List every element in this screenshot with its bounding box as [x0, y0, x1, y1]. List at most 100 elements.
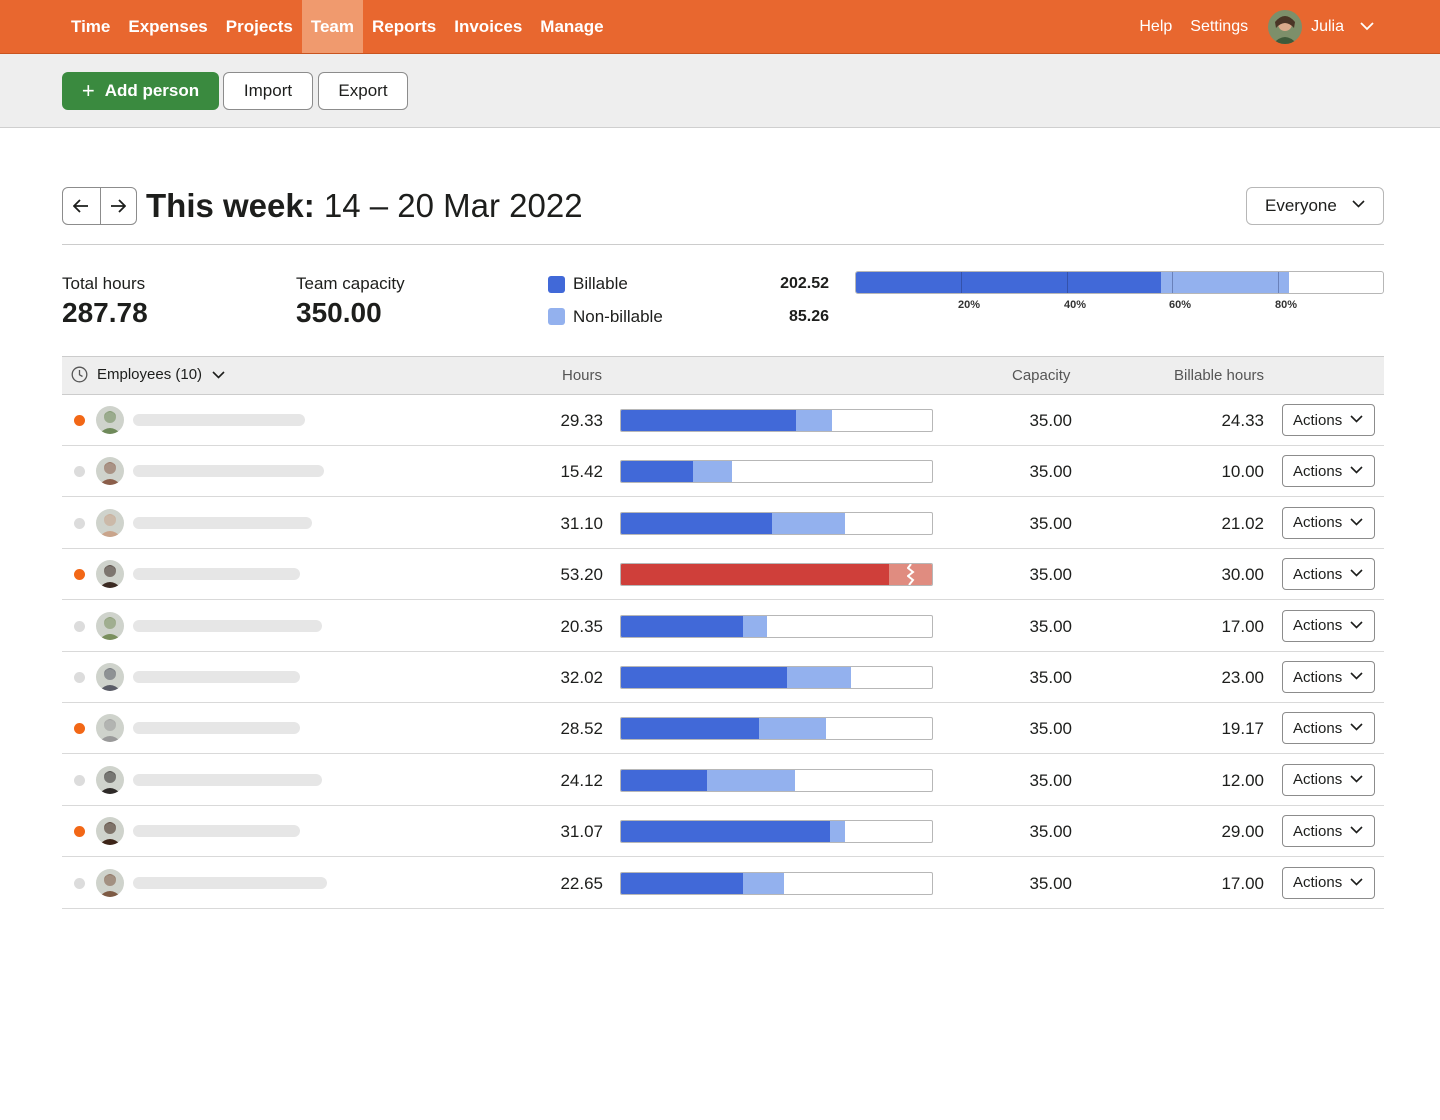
nav-item-expenses[interactable]: Expenses — [119, 0, 216, 53]
chevron-down-icon — [1350, 672, 1363, 680]
nav-item-manage[interactable]: Manage — [531, 0, 612, 53]
actions-button[interactable]: Actions — [1282, 506, 1375, 539]
actions-button[interactable]: Actions — [1282, 609, 1375, 642]
help-link[interactable]: Help — [1139, 18, 1172, 36]
actions-button[interactable]: Actions — [1282, 404, 1375, 436]
chevron-down-icon[interactable] — [1360, 22, 1374, 31]
add-person-button[interactable]: + Add person — [62, 72, 219, 110]
table-row[interactable]: 15.42 35.00 10.00 Actions — [62, 446, 1384, 498]
page-title-date-range: 14 – 20 Mar 2022 — [314, 187, 583, 224]
actions-button[interactable]: Actions — [1282, 763, 1375, 796]
avatar[interactable] — [96, 406, 124, 434]
billable-hours-value: 29.00 — [1221, 822, 1264, 842]
hours-bar — [620, 460, 933, 484]
chevron-down-icon — [1350, 775, 1363, 783]
hours-value: 53.20 — [560, 565, 603, 585]
employees-filter-dropdown[interactable]: Employees (10) — [71, 366, 225, 383]
export-button[interactable]: Export — [318, 72, 408, 110]
clock-icon — [71, 366, 88, 383]
table-row[interactable]: 22.65 35.00 17.00 Actions — [62, 858, 1384, 909]
capacity-value: 35.00 — [1029, 873, 1072, 893]
billable-label: Billable — [573, 274, 628, 293]
chevron-down-icon — [1350, 723, 1363, 732]
next-week-button[interactable] — [99, 188, 137, 224]
import-button[interactable]: Import — [223, 72, 313, 110]
capacity-value: 35.00 — [1029, 565, 1072, 585]
column-header-capacity: Capacity — [1012, 367, 1071, 384]
total-hours-value: 287.78 — [62, 297, 148, 328]
billable-segment — [856, 272, 1161, 293]
avatar[interactable] — [96, 611, 124, 640]
arrow-left-icon — [73, 199, 89, 213]
team-capacity-value: 350.00 — [296, 297, 382, 328]
status-dot — [74, 877, 85, 889]
hours-bar — [620, 511, 933, 535]
actions-button[interactable]: Actions — [1282, 866, 1375, 899]
table-row[interactable]: 24.12 35.00 12.00 Actions — [62, 755, 1384, 806]
nav-item-team[interactable]: Team — [301, 0, 364, 53]
non-billable-swatch — [548, 308, 565, 325]
settings-link[interactable]: Settings — [1190, 18, 1248, 36]
avatar[interactable] — [96, 817, 124, 846]
capacity-summary-bar — [855, 271, 1384, 294]
nav-item-time[interactable]: Time — [62, 0, 119, 53]
capacity-value: 35.00 — [1029, 668, 1072, 687]
table-row[interactable]: 31.10 35.00 21.02 Actions — [62, 498, 1384, 549]
name-placeholder — [133, 671, 300, 683]
actions-button[interactable]: Actions — [1282, 712, 1375, 745]
previous-week-button[interactable] — [63, 188, 100, 224]
plus-icon: + — [81, 78, 95, 103]
user-name[interactable]: Julia — [1311, 18, 1344, 36]
non-billable-segment — [743, 615, 767, 637]
actions-label: Actions — [1293, 874, 1343, 892]
table-row[interactable]: 32.02 35.00 23.00 Actions — [62, 652, 1384, 703]
nav-item-invoices[interactable]: Invoices — [445, 0, 531, 53]
hours-value: 22.65 — [560, 873, 603, 893]
hours-bar — [620, 768, 933, 792]
non-billable-segment — [830, 821, 845, 843]
actions-button[interactable]: Actions — [1282, 661, 1375, 693]
user-avatar[interactable] — [1268, 9, 1303, 44]
table-row[interactable]: 29.33 35.00 24.33 Actions — [62, 395, 1384, 446]
nav-item-projects[interactable]: Projects — [217, 0, 302, 53]
table-row[interactable]: 28.52 35.00 19.17 Actions — [62, 703, 1384, 755]
main-menu: Time Expenses Projects Team Reports Invo… — [62, 0, 613, 53]
billable-hours-value: 19.17 — [1221, 719, 1264, 739]
avatar[interactable] — [96, 765, 124, 794]
table-row[interactable]: 20.35 35.00 17.00 Actions — [62, 601, 1384, 652]
hours-bar — [620, 614, 933, 638]
hours-bar — [620, 409, 933, 432]
actions-label: Actions — [1293, 668, 1343, 686]
actions-label: Actions — [1293, 462, 1343, 480]
avatar[interactable] — [96, 560, 124, 589]
hours-value: 20.35 — [560, 616, 603, 636]
avatar[interactable] — [96, 868, 124, 897]
nav-item-reports[interactable]: Reports — [363, 0, 445, 53]
avatar[interactable] — [96, 663, 124, 691]
actions-button[interactable]: Actions — [1282, 558, 1375, 591]
avatar[interactable] — [96, 508, 124, 537]
actions-button[interactable]: Actions — [1282, 455, 1375, 488]
table-row[interactable]: 53.20 35.00 30.00 Actions — [62, 549, 1384, 601]
non-billable-label: Non-billable — [573, 307, 663, 326]
actions-button[interactable]: Actions — [1282, 815, 1375, 848]
non-billable-segment — [759, 718, 826, 740]
billable-hours-value: 21.02 — [1221, 513, 1264, 533]
billable-hours-value: 12.00 — [1221, 770, 1264, 790]
hours-bar — [620, 666, 933, 689]
billable-segment — [621, 769, 707, 791]
billable-hours-value: 17.00 — [1221, 873, 1264, 893]
avatar[interactable] — [96, 457, 124, 486]
chevron-down-icon — [212, 370, 225, 379]
toolbar: + Add person Import Export — [0, 54, 1440, 128]
hours-bar — [620, 717, 933, 741]
capacity-tick — [1067, 272, 1068, 293]
page-title-prefix: This week: — [146, 187, 315, 224]
people-filter-select[interactable]: Everyone — [1246, 187, 1384, 225]
avatar[interactable] — [96, 714, 124, 743]
chevron-down-icon — [1350, 569, 1363, 577]
table-row[interactable]: 31.07 35.00 29.00 Actions — [62, 806, 1384, 858]
page-title: This week: 14 – 20 Mar 2022 — [146, 186, 583, 226]
status-dot — [74, 466, 85, 478]
people-filter-value: Everyone — [1265, 196, 1337, 215]
